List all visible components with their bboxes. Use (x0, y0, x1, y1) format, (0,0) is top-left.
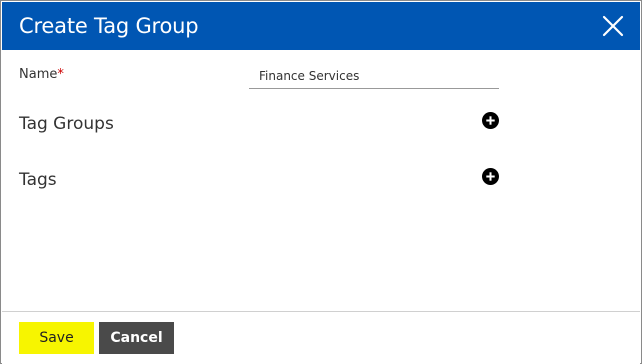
add-tag-icon[interactable] (482, 168, 499, 185)
tag-groups-heading: Tag Groups (19, 114, 114, 134)
dialog-footer: Save Cancel (2, 311, 640, 364)
name-label: Name* (19, 67, 64, 83)
create-tag-group-dialog: Create Tag Group Name* Tag Groups Tags S… (0, 0, 642, 364)
name-input[interactable] (249, 63, 499, 89)
plus-circle-icon (482, 112, 499, 129)
plus-circle-icon (482, 168, 499, 185)
close-icon-graphic (602, 15, 624, 37)
cancel-button[interactable]: Cancel (99, 322, 174, 354)
save-button[interactable]: Save (19, 322, 94, 354)
tags-heading: Tags (19, 170, 57, 190)
name-label-text: Name (19, 67, 58, 82)
add-tag-group-icon[interactable] (482, 112, 499, 129)
close-icon[interactable] (600, 13, 626, 39)
dialog-title: Create Tag Group (19, 14, 199, 38)
required-marker: * (57, 67, 64, 82)
dialog-header: Create Tag Group (2, 2, 640, 50)
